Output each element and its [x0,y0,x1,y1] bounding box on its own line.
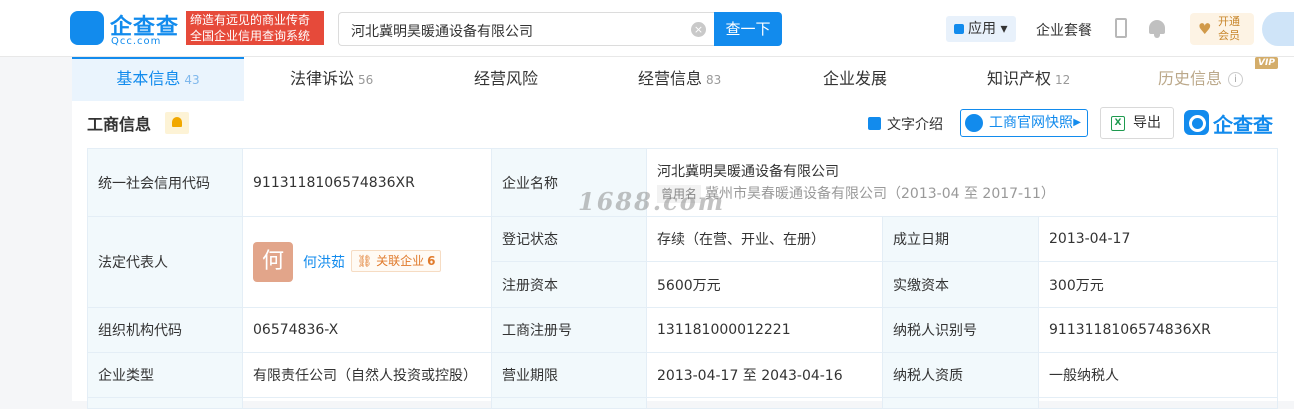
tab-development[interactable]: 企业发展 [823,57,887,101]
table-row: 法定代表人 何 何洪茹 ⛓ 关联企业 6 登记状态 存续（在营、开业、在册） 成立… [87,216,1279,308]
enterprise-suite-link[interactable]: 企业套餐 [1036,20,1092,40]
mobile-icon[interactable] [1115,18,1127,38]
business-info-section: 工商信息 文字介绍 工商官网快照 ▶ X 导出 企查查 统一社会信用代码 91131… [72,101,1294,409]
top-navbar: 企查查 Qcc.com 缔造有远见的商业传奇 全国企业信用查询系统 河北冀明昊暖… [0,0,1294,57]
tab-risk[interactable]: 经营风险 [474,57,538,101]
vip-heart-icon: ♥ [1198,20,1212,38]
bell-icon[interactable] [1148,18,1166,38]
former-name-value: 冀州市昊春暖通设备有限公司（2013-04 至 2017-11） [705,185,1055,202]
apps-label: 应用 [968,21,996,37]
org-code-value: 06574836-X [242,307,492,353]
vip-label: 开通 会员 [1218,15,1240,42]
taxpayer-id-label: 纳税人识别号 [882,307,1039,353]
link-icon: ⛓ [357,254,373,268]
est-date-label: 成立日期 [882,216,1039,262]
paid-capital-value: 300万元 [1037,261,1279,308]
company-type-label: 企业类型 [87,352,243,398]
user-avatar[interactable] [1262,12,1294,46]
related-companies-button[interactable]: ⛓ 关联企业 6 [351,250,442,272]
clear-icon[interactable]: × [691,22,706,37]
table-row [87,397,1279,409]
slogan-line-1: 缔造有远见的商业传奇 [190,13,311,27]
follow-bell-icon[interactable] [165,112,189,134]
table-row: 企业类型 有限责任公司（自然人投资或控股） 营业期限 2013-04-17 至 … [87,352,1279,398]
tab-legal[interactable]: 法律诉讼 56 [290,57,373,101]
slogan-banner: 缔造有远见的商业传奇 全国企业信用查询系统 [186,11,324,45]
paid-capital-label: 实缴资本 [882,261,1039,308]
table-row: 组织机构代码 06574836-X 工商注册号 131181000012221 … [87,307,1279,353]
logo-sub: Qcc.com [111,36,162,47]
credit-code-label: 统一社会信用代码 [87,148,243,217]
biz-term-label: 营业期限 [491,352,647,398]
arrow-right-icon: ▶ [1073,117,1081,128]
qcc-logo-icon [70,11,104,45]
apps-grid-icon [954,24,964,34]
reg-capital-label: 注册资本 [491,261,647,308]
legal-rep-cell: 何 何洪茹 ⛓ 关联企业 6 [242,216,492,308]
search-button[interactable]: 查一下 [714,12,782,46]
reg-capital-value: 5600万元 [646,261,883,308]
qcc-logo[interactable]: 企查查 Qcc.com [70,10,182,48]
slogan-line-2: 全国企业信用查询系统 [190,29,311,43]
official-snapshot-button[interactable]: 工商官网快照 ▶ [960,109,1088,137]
open-vip-button[interactable]: ♥ 开通 会员 [1190,13,1254,45]
biz-reg-no-label: 工商注册号 [491,307,647,353]
biz-reg-no-value: 131181000012221 [646,307,883,353]
text-intro-button[interactable]: 文字介绍 [868,114,943,134]
org-code-label: 组织机构代码 [87,307,243,353]
taxpayer-qual-label: 纳税人资质 [882,352,1039,398]
est-date-value: 2013-04-17 [1037,216,1279,262]
company-name-value: 河北冀明昊暖通设备有限公司 [657,163,839,180]
tab-bar: 基本信息 43 法律诉讼 56 经营风险 经营信息 83 企业发展 知识产权 12 历史… [72,57,1294,101]
company-type-value: 有限责任公司（自然人投资或控股） [242,352,492,398]
search-input[interactable]: 河北冀明昊暖通设备有限公司 × [338,12,714,46]
tab-history[interactable]: 历史信息 i [1158,57,1244,101]
tab-operation[interactable]: 经营信息 83 [638,57,721,101]
export-button[interactable]: X 导出 [1100,107,1174,139]
credit-code-value: 9113118106574836XR [242,148,492,217]
tab-ip[interactable]: 知识产权 12 [987,57,1070,101]
excel-icon: X [1111,116,1125,131]
taxpayer-id-value: 9113118106574836XR [1037,307,1279,353]
camera-icon [965,114,983,132]
legal-rep-link[interactable]: 何洪茹 [303,252,345,272]
apps-dropdown[interactable]: 应用 ▾ [946,16,1016,42]
reg-status-value: 存续（在营、开业、在册） [646,216,883,262]
help-icon: i [1228,72,1244,87]
qcc-logo-icon [1184,110,1209,135]
legal-rep-avatar: 何 [253,242,293,282]
biz-term-value: 2013-04-17 至 2043-04-16 [646,352,883,398]
tab-basic-info[interactable]: 基本信息 43 [72,57,244,101]
vip-badge: VIP [1255,57,1278,69]
company-name-cell: 河北冀明昊暖通设备有限公司 曾用名 冀州市昊春暖通设备有限公司（2013-04 至… [645,148,1279,217]
taxpayer-qual-value: 一般纳税人 [1037,352,1279,398]
watermark: 1688.com [578,187,726,216]
section-title: 工商信息 [87,115,152,134]
text-icon [868,117,881,130]
qcc-brand-logo: 企查查 [1184,109,1278,137]
reg-status-label: 登记状态 [491,216,647,262]
legal-rep-label: 法定代表人 [87,216,243,308]
search-value: 河北冀明昊暖通设备有限公司 [351,24,533,40]
